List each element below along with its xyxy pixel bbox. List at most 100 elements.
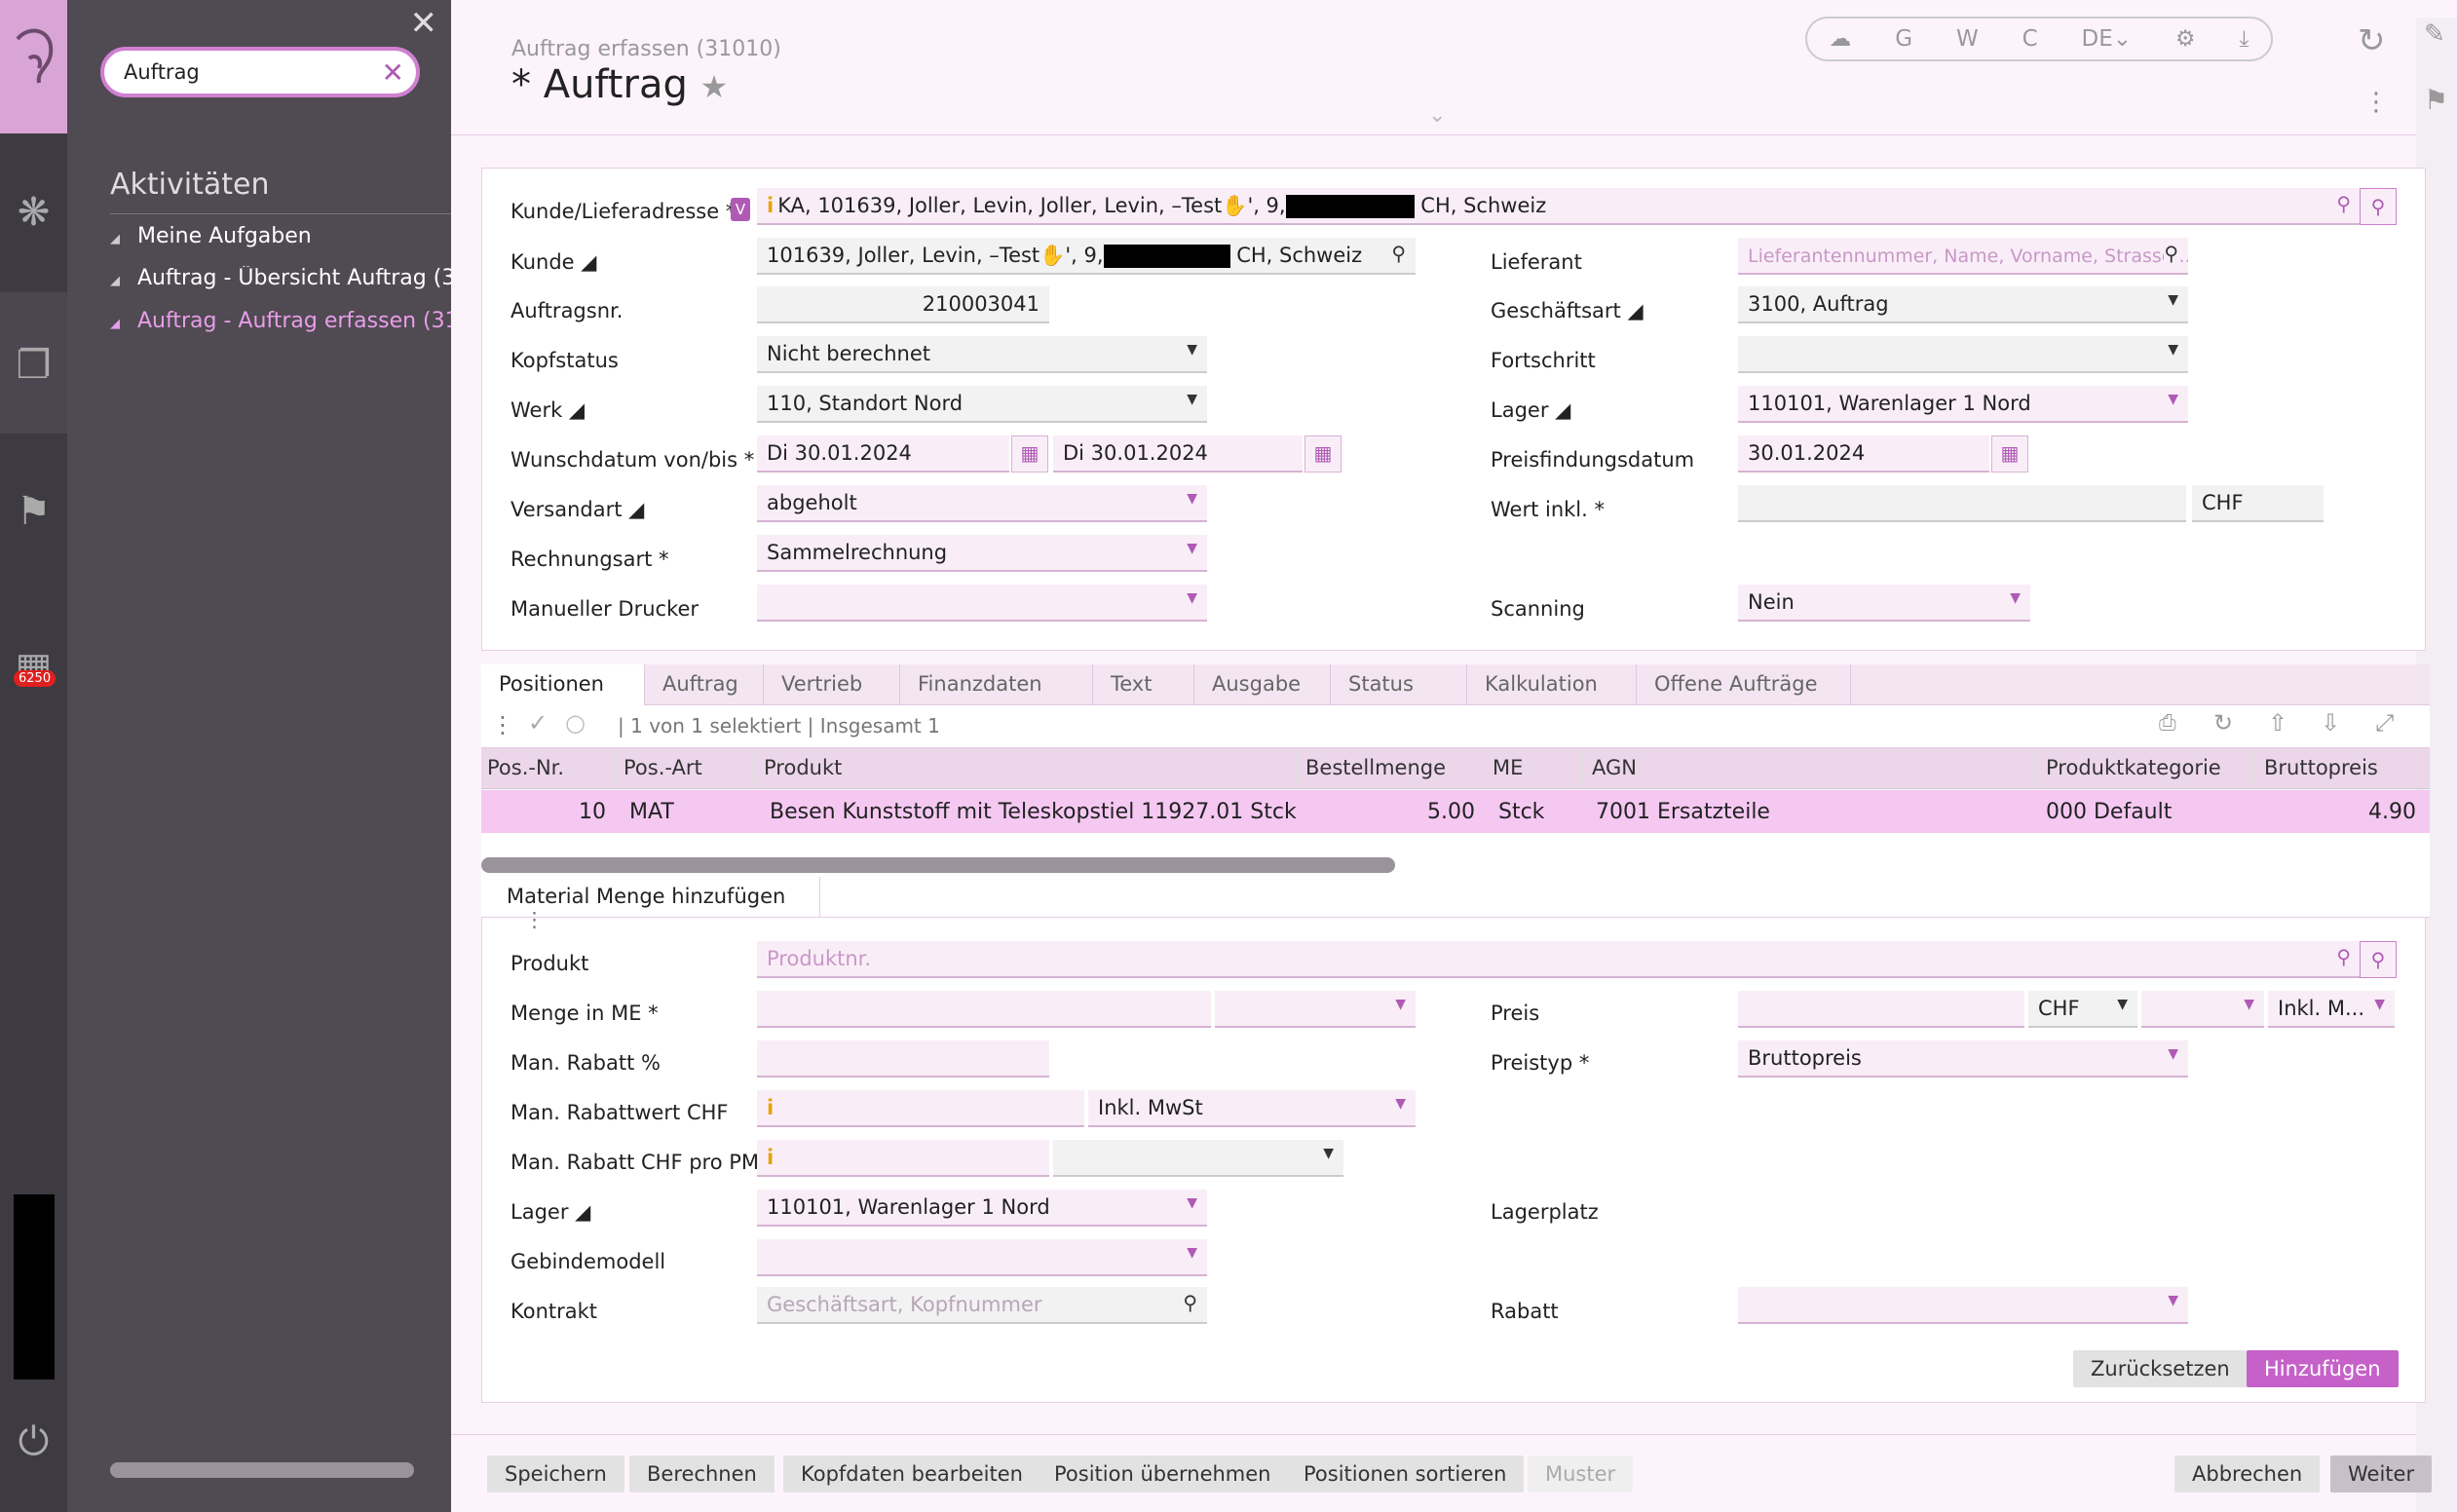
preistyp-select[interactable]: Bruttopreis ▼: [1738, 1040, 2188, 1077]
tab-ausgabe[interactable]: Ausgabe: [1194, 664, 1331, 705]
tab-auftrag[interactable]: Auftrag: [645, 664, 764, 705]
documents-icon[interactable]: ❐: [0, 331, 67, 399]
fullscreen-icon[interactable]: ⤢: [2375, 709, 2394, 737]
rabatt-pme-field[interactable]: i: [757, 1140, 1049, 1177]
kontrakt-field[interactable]: Geschäftsart, Kopfnummer ⚲: [757, 1287, 1207, 1324]
menge-unit-select[interactable]: ▼: [1215, 991, 1416, 1028]
table-row[interactable]: 10 MAT Besen Kunststoff mit Teleskopstie…: [481, 790, 2430, 833]
add-button[interactable]: Hinzufügen: [2247, 1350, 2399, 1387]
toolbar-g[interactable]: G: [1895, 26, 1912, 52]
calendar-icon[interactable]: ▦: [1304, 435, 1342, 472]
tab-vertrieb[interactable]: Vertrieb: [764, 664, 900, 705]
drucker-select[interactable]: ▼: [757, 585, 1207, 622]
search-button[interactable]: ⚲: [2360, 188, 2397, 225]
edit-header-button[interactable]: Kopfdaten bearbeiten: [783, 1455, 1040, 1493]
accept-position-button[interactable]: Position übernehmen: [1037, 1455, 1289, 1493]
nav-item-erfassen[interactable]: ◢Auftrag - Auftrag erfassen (31010): [110, 309, 451, 333]
col-me[interactable]: ME: [1493, 756, 1523, 779]
flag-icon[interactable]: ⚑: [2424, 84, 2448, 116]
bookmark-icon[interactable]: ⚑: [0, 477, 67, 546]
search-button[interactable]: ⚲: [2360, 941, 2397, 978]
rechnungsart-select[interactable]: Sammelrechnung ▼: [757, 535, 1207, 572]
geschaeftsart-select[interactable]: 3100, Auftrag ▼: [1738, 286, 2188, 323]
gebinde-select[interactable]: ▼: [757, 1239, 1207, 1276]
export-icon[interactable]: ⇧: [2268, 709, 2287, 737]
col-agn[interactable]: AGN: [1592, 756, 1637, 779]
tab-text[interactable]: Text: [1093, 664, 1194, 705]
lager-material-select[interactable]: 110101, Warenlager 1 Nord ▼: [757, 1190, 1207, 1227]
scanning-select[interactable]: Nein ▼: [1738, 585, 2030, 622]
preis-unit-select[interactable]: ▼: [2141, 991, 2264, 1028]
tab-material-menge[interactable]: Material Menge hinzufügen ⋮: [481, 877, 820, 931]
dashboard-icon[interactable]: ▦: [0, 633, 67, 701]
cancel-button[interactable]: Abbrechen: [2174, 1455, 2321, 1493]
language-select[interactable]: DE⌄: [2082, 26, 2133, 52]
tab-offene-auftraege[interactable]: Offene Aufträge: [1637, 664, 1851, 705]
download-icon[interactable]: ⤓: [2239, 26, 2249, 52]
collapse-handle-icon[interactable]: ⌄: [1428, 103, 1446, 128]
currency-select[interactable]: CHF ▼: [2028, 991, 2137, 1028]
nav-scrollbar[interactable]: [110, 1462, 414, 1478]
nav-search-input[interactable]: Auftrag ✕: [100, 47, 420, 97]
wunschdatum-bis-field[interactable]: Di 30.01.2024: [1053, 435, 1303, 472]
grid-menu-icon[interactable]: ⋮: [491, 711, 514, 738]
col-posnr[interactable]: Pos.-Nr.: [487, 756, 564, 779]
lager-select[interactable]: 110101, Warenlager 1 Nord ▼: [1738, 386, 2188, 423]
wunschdatum-von-field[interactable]: Di 30.01.2024: [757, 435, 1009, 472]
kopfstatus-select[interactable]: Nicht berechnet ▼: [757, 336, 1207, 373]
werk-select[interactable]: 110, Standort Nord ▼: [757, 386, 1207, 423]
import-icon[interactable]: ⇩: [2321, 709, 2340, 737]
rabatt-pct-field[interactable]: [757, 1040, 1049, 1077]
col-bestellmenge[interactable]: Bestellmenge: [1305, 756, 1446, 779]
rabatt-pme-select[interactable]: ▼: [1053, 1140, 1343, 1177]
save-button[interactable]: Speichern: [487, 1455, 624, 1493]
versandart-select[interactable]: abgeholt ▼: [757, 485, 1207, 522]
produkt-field[interactable]: Produktnr. ⚲: [757, 941, 2361, 978]
preisfindungsdatum-field[interactable]: 30.01.2024: [1738, 435, 1989, 472]
rabatt-select[interactable]: ▼: [1738, 1287, 2188, 1324]
clear-icon[interactable]: ✕: [382, 57, 404, 89]
nav-item-uebersicht[interactable]: ◢Auftrag - Übersicht Auftrag (31000: [110, 266, 451, 290]
col-bruttopreis[interactable]: Bruttopreis: [2264, 756, 2378, 779]
col-produkt[interactable]: Produkt: [764, 756, 842, 779]
tab-positionen[interactable]: Positionen: [481, 664, 645, 705]
lieferant-field[interactable]: Lieferantennummer, Name, Vorname, Strass…: [1738, 238, 2188, 275]
calculate-button[interactable]: Berechnen: [629, 1455, 775, 1493]
app-logo[interactable]: [0, 0, 67, 133]
tab-kalkulation[interactable]: Kalkulation: [1467, 664, 1637, 705]
select-all-icon[interactable]: ✓: [528, 709, 548, 737]
compass-icon[interactable]: ❋: [0, 178, 67, 246]
power-icon[interactable]: ⏻: [0, 1408, 67, 1476]
sort-positions-button[interactable]: Positionen sortieren: [1286, 1455, 1525, 1493]
toolbar-w[interactable]: W: [1956, 26, 1979, 52]
cloud-sync-icon[interactable]: ☁: [1829, 26, 1851, 52]
preis-inkl-select[interactable]: Inkl. M... ▼: [2268, 991, 2395, 1028]
tab-status[interactable]: Status: [1331, 664, 1467, 705]
next-button[interactable]: Weiter: [2330, 1455, 2433, 1493]
kunde-liefer-field[interactable]: i KA, 101639, Joller, Levin, Joller, Levi…: [757, 188, 2361, 225]
more-menu-icon[interactable]: ⋮: [2363, 88, 2389, 117]
col-posart[interactable]: Pos.-Art: [624, 756, 702, 779]
fortschritt-select[interactable]: ▼: [1738, 336, 2188, 373]
favorite-star-icon[interactable]: ★: [700, 68, 729, 105]
notes-icon[interactable]: ✎: [2424, 19, 2445, 49]
calendar-icon[interactable]: ▦: [1991, 435, 2028, 472]
nav-item-meine-aufgaben[interactable]: ◢ Meine Aufgaben: [110, 224, 451, 248]
toolbar-c[interactable]: C: [2022, 26, 2038, 52]
grid-scrollbar[interactable]: [481, 857, 1395, 873]
refresh-icon[interactable]: ↻: [2358, 21, 2386, 60]
deselect-icon[interactable]: ○: [565, 709, 586, 737]
preis-field[interactable]: [1738, 991, 2024, 1028]
calendar-icon[interactable]: ▦: [1011, 435, 1048, 472]
kunde-field[interactable]: 101639, Joller, Levin, –Test✋', 9, CH, S…: [757, 238, 1416, 275]
col-produktkategorie[interactable]: Produktkategorie: [2046, 756, 2221, 779]
print-icon[interactable]: ⎙: [2159, 711, 2176, 736]
refresh-icon[interactable]: ↻: [2213, 709, 2233, 737]
close-icon[interactable]: ✕: [410, 4, 438, 43]
mwst-select[interactable]: Inkl. MwSt ▼: [1088, 1090, 1416, 1127]
menge-field[interactable]: [757, 991, 1211, 1028]
tab-finanzdaten[interactable]: Finanzdaten: [900, 664, 1093, 705]
gear-icon[interactable]: ⚙: [2175, 26, 2196, 52]
reset-button[interactable]: Zurücksetzen: [2073, 1350, 2248, 1387]
rabattwert-field[interactable]: i: [757, 1090, 1084, 1127]
